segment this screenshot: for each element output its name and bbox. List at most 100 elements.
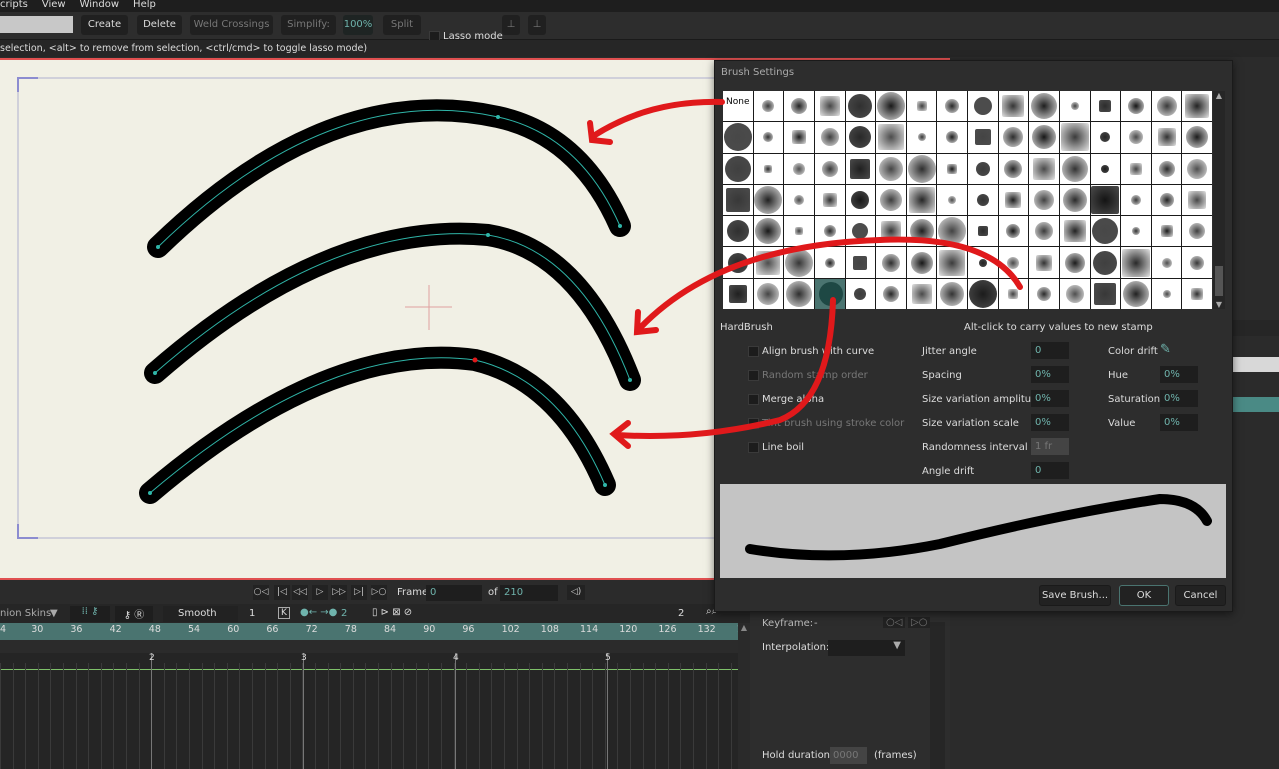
brush-stamp[interactable] <box>814 216 845 247</box>
end-icon[interactable]: ▷| <box>351 585 367 600</box>
brush-stamp[interactable] <box>845 91 876 122</box>
interpolation-dropdown[interactable]: Smooth ▼ <box>163 606 238 635</box>
brush-stamp[interactable] <box>876 91 906 122</box>
brush-stamp[interactable] <box>753 184 784 216</box>
brush-stamp[interactable] <box>1090 122 1121 153</box>
brush-stamp[interactable] <box>1182 153 1212 184</box>
brush-stamp[interactable] <box>1090 247 1121 278</box>
brush-stamp[interactable] <box>1090 278 1121 309</box>
brush-stamp[interactable] <box>906 216 937 247</box>
hold-duration-input[interactable]: 0000 <box>830 747 867 764</box>
brush-stamp[interactable] <box>723 153 753 184</box>
brush-stamp[interactable] <box>1182 278 1212 309</box>
brush-stamp[interactable] <box>1029 278 1059 309</box>
stroke-1[interactable] <box>147 99 631 258</box>
brush-stamp[interactable] <box>1121 278 1151 309</box>
brush-stamp[interactable] <box>1059 153 1090 184</box>
brush-stamp[interactable] <box>998 184 1029 216</box>
brush-stamp[interactable] <box>876 184 906 216</box>
param-input[interactable]: 0% <box>1031 390 1069 407</box>
brush-stamp[interactable] <box>998 91 1029 122</box>
brush-stamp[interactable] <box>1151 122 1182 153</box>
brush-stamp[interactable] <box>753 216 784 247</box>
param-input[interactable]: 0% <box>1031 414 1069 431</box>
brush-stamp[interactable] <box>753 247 784 278</box>
brush-grid-scrollbar[interactable]: ▲ ▼ <box>1213 91 1225 309</box>
key-spread-icons[interactable]: ●← →● <box>300 607 337 618</box>
brush-stamp[interactable] <box>1151 216 1182 247</box>
drawing-canvas[interactable] <box>0 60 719 578</box>
brush-stamp[interactable] <box>784 122 814 153</box>
brush-stamp[interactable] <box>1090 153 1121 184</box>
brush-stamp[interactable] <box>1121 91 1151 122</box>
brush-stamp[interactable] <box>968 184 998 216</box>
brush-stamp[interactable] <box>814 91 845 122</box>
brush-stamp[interactable] <box>845 278 876 309</box>
cancel-button[interactable]: Cancel <box>1175 585 1226 606</box>
brush-stamp[interactable] <box>998 153 1029 184</box>
next-key-icon[interactable]: ▷○ <box>908 617 931 628</box>
timeline-scrollbar[interactable]: ▲ <box>738 623 750 769</box>
saturation-input[interactable]: 0% <box>1160 390 1198 407</box>
brush-stamp[interactable] <box>1151 91 1182 122</box>
brush-stamp[interactable] <box>968 153 998 184</box>
brush-stamp[interactable] <box>1090 216 1121 247</box>
key-icons[interactable]: ⚷ Ⓡ <box>115 606 153 622</box>
hue-input[interactable]: 0% <box>1160 366 1198 383</box>
first-key-icon[interactable]: ○◁ <box>253 585 269 600</box>
value-input[interactable]: 0% <box>1160 414 1198 431</box>
brush-stamp[interactable] <box>753 122 784 153</box>
brush-stamp[interactable] <box>1059 247 1090 278</box>
brush-stamp[interactable] <box>1182 247 1212 278</box>
play-icon[interactable]: ▷ <box>312 585 328 600</box>
brush-stamp[interactable] <box>1182 122 1212 153</box>
brush-stamp[interactable] <box>845 247 876 278</box>
brush-stamp[interactable] <box>1090 91 1121 122</box>
ok-button[interactable]: OK <box>1119 585 1169 606</box>
brush-stamp[interactable] <box>1182 91 1212 122</box>
last-key-icon[interactable]: ▷○ <box>371 585 387 600</box>
brush-stamp[interactable] <box>845 216 876 247</box>
brush-stamp[interactable] <box>876 153 906 184</box>
brush-stamp[interactable] <box>906 122 937 153</box>
brush-stamp[interactable] <box>968 247 998 278</box>
brush-stamp[interactable] <box>784 247 814 278</box>
brush-stamp[interactable] <box>876 278 906 309</box>
props-scrollbar[interactable] <box>930 622 945 769</box>
menu-window[interactable]: Window <box>80 0 119 12</box>
brush-stamp[interactable] <box>937 184 967 216</box>
fast-forward-icon[interactable]: ▷▷ <box>331 585 347 600</box>
brush-stamp[interactable] <box>1121 216 1151 247</box>
brush-stamp[interactable] <box>723 247 753 278</box>
name-field[interactable] <box>0 16 73 33</box>
brush-stamp[interactable] <box>1121 247 1151 278</box>
step-dropdown[interactable]: 1 <box>249 608 255 619</box>
brush-stamp[interactable] <box>998 247 1029 278</box>
brush-stamp[interactable] <box>998 216 1029 247</box>
checkbox[interactable] <box>748 394 759 405</box>
rewind-icon[interactable]: ◁◁ <box>292 585 308 600</box>
brush-stamp[interactable] <box>1121 153 1151 184</box>
audio-icon[interactable]: ◁) <box>567 585 585 600</box>
brush-stamp[interactable] <box>1059 91 1090 122</box>
brush-stamp[interactable] <box>1029 153 1059 184</box>
brush-stamp[interactable] <box>876 216 906 247</box>
brush-stamp[interactable] <box>906 278 937 309</box>
brush-stamp[interactable] <box>937 153 967 184</box>
brush-stamp[interactable] <box>784 91 814 122</box>
brush-stamp[interactable] <box>723 278 753 309</box>
keyframe-button[interactable]: K <box>278 607 290 619</box>
interpolation-select[interactable]: ▼ <box>828 640 905 656</box>
brush-stamp[interactable] <box>1151 184 1182 216</box>
param-input[interactable]: 1 fr <box>1031 438 1069 455</box>
brush-stamp[interactable] <box>1182 216 1212 247</box>
stroke-3[interactable] <box>139 346 616 504</box>
onion-icons[interactable]: ⁞⁞ ⚷ <box>70 606 110 622</box>
brush-grid[interactable]: None <box>723 91 1212 309</box>
brush-stamp[interactable] <box>1151 247 1182 278</box>
brush-stamp[interactable] <box>906 153 937 184</box>
brush-stamp[interactable] <box>998 278 1029 309</box>
tool-icon-b[interactable]: ⊥ <box>528 15 546 35</box>
brush-stamp[interactable] <box>814 278 845 309</box>
brush-stamp[interactable] <box>968 278 998 309</box>
